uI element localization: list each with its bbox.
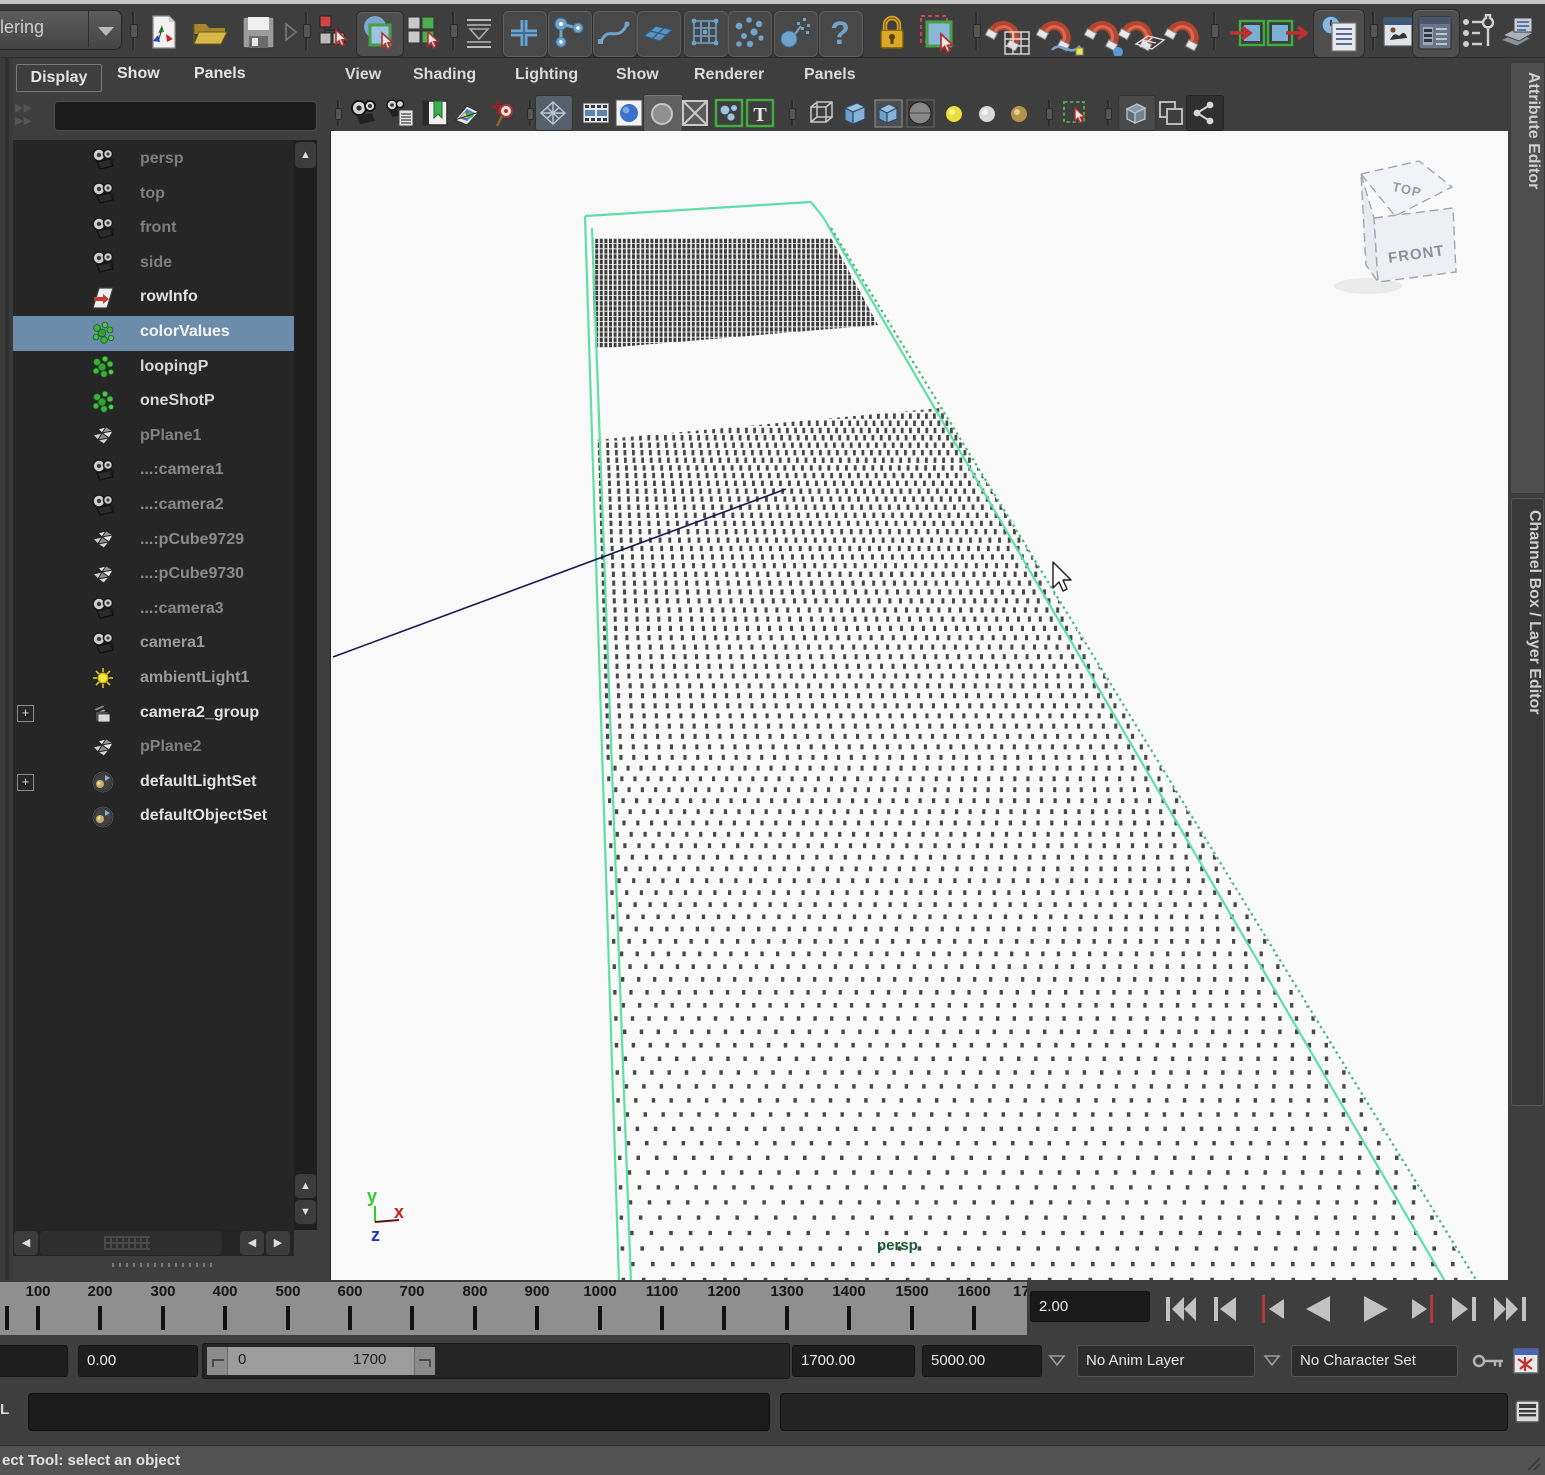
svg-text:x: x (394, 1202, 404, 1222)
svg-text:z: z (371, 1225, 380, 1245)
svg-text:T: T (753, 104, 767, 126)
svg-text:?: ? (830, 15, 850, 51)
svg-text:y: y (367, 1186, 377, 1206)
svg-text:persp: persp (877, 1237, 918, 1254)
